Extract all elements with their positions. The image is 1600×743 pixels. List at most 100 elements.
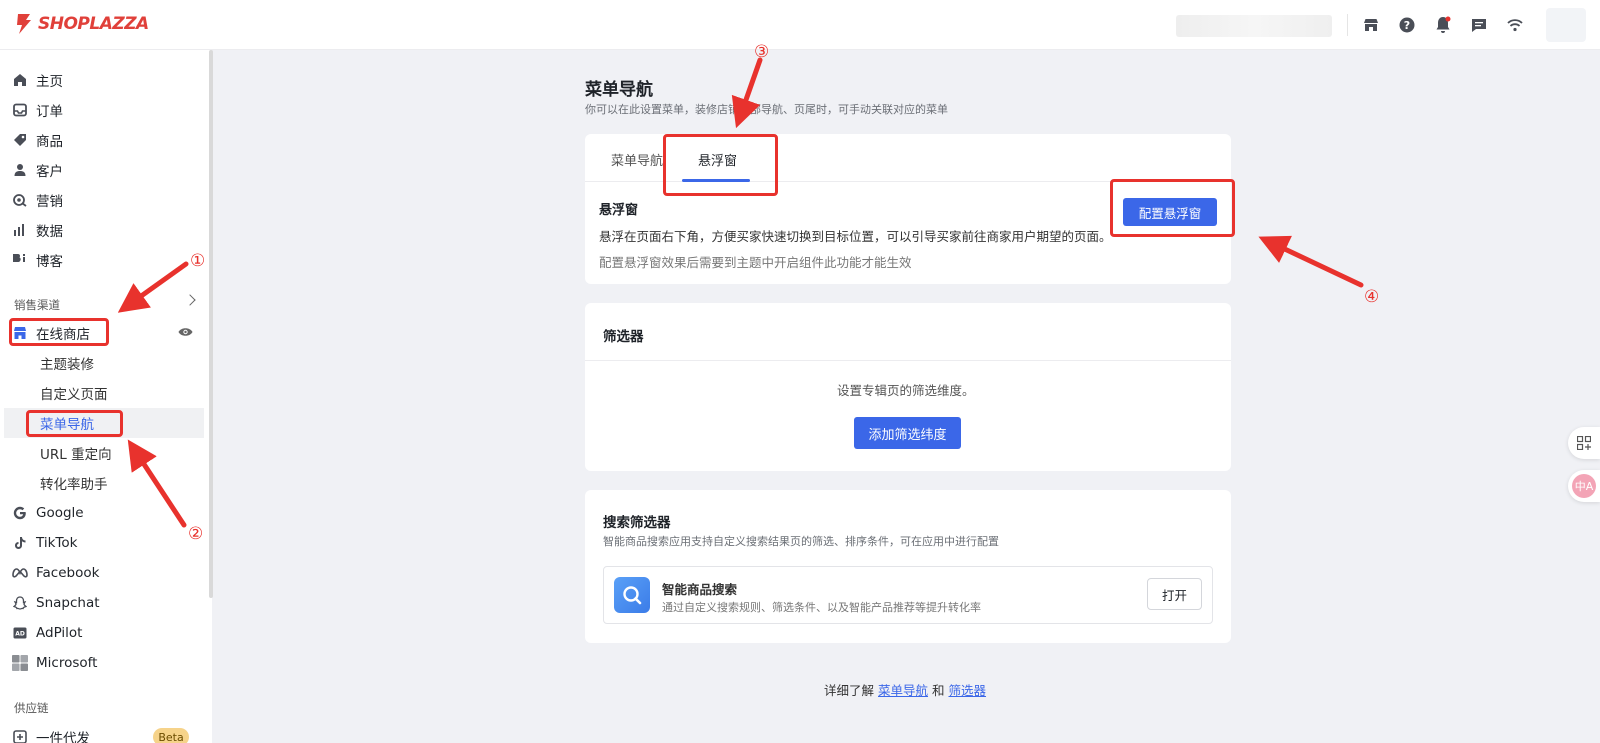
annotation-number-3: ③	[754, 42, 770, 62]
sidebar-subitem-label: 自定义页面	[40, 387, 108, 403]
annotation-number-1: ①	[190, 251, 206, 271]
smart-search-app-icon	[614, 577, 650, 613]
sidebar-item-blog[interactable]: 博客	[0, 245, 205, 275]
sidebar-subitem-label: URL 重定向	[40, 447, 112, 463]
sidebar-item-label: Google	[36, 505, 84, 521]
footer-and: 和	[932, 683, 945, 698]
filter-card: 筛选器 设置专辑页的筛选维度。 添加筛选纬度	[585, 303, 1231, 471]
eye-icon[interactable]	[178, 326, 193, 342]
sidebar-item-label: 营销	[36, 194, 63, 210]
snapchat-icon	[12, 595, 28, 611]
svg-text:?: ?	[1404, 19, 1410, 32]
annotation-number-2: ②	[188, 524, 204, 544]
chat-icon[interactable]	[1469, 15, 1489, 35]
sidebar-item-marketing[interactable]: 营销	[0, 185, 205, 215]
sidebar-item-label: 订单	[36, 104, 63, 120]
section-label-sales-channels: 销售渠道	[14, 298, 60, 312]
help-icon[interactable]: ?	[1397, 15, 1417, 35]
beta-badge: Beta	[153, 728, 189, 743]
store-icon[interactable]	[1361, 15, 1381, 35]
wifi-icon[interactable]	[1505, 15, 1525, 35]
search-filter-subtitle: 智能商品搜索应用支持自定义搜索结果页的筛选、排序条件，可在应用中进行配置	[603, 535, 999, 548]
annotation-arrow-4	[1258, 235, 1364, 288]
meta-icon	[12, 565, 28, 581]
sidebar-item-products[interactable]: 商品	[0, 125, 205, 155]
app-description: 通过自定义搜索规则、筛选条件、以及智能产品推荐等提升转化率	[662, 601, 981, 614]
sidebar-item-analytics[interactable]: 数据	[0, 215, 205, 245]
filter-description: 设置专辑页的筛选维度。	[837, 383, 975, 398]
sidebar-item-facebook[interactable]: Facebook	[0, 558, 205, 588]
sidebar-item-customers[interactable]: 客户	[0, 155, 205, 185]
footer-prefix: 详细了解	[824, 683, 875, 698]
sidebar-item-label: 博客	[36, 254, 63, 270]
tiktok-icon	[12, 535, 28, 551]
sidebar-item-microsoft[interactable]: Microsoft	[0, 648, 205, 678]
page-subtitle: 你可以在此设置菜单，装修店铺顶部导航、页尾时，可手动关联对应的菜单	[585, 103, 948, 116]
store-name-blurred[interactable]	[1176, 15, 1332, 37]
annotation-box-menu-nav	[26, 410, 123, 437]
sidebar-subitem-url-redirect[interactable]: URL 重定向	[0, 438, 205, 468]
filter-divider	[585, 360, 1231, 361]
topbar-divider	[1347, 14, 1348, 36]
page-title: 菜单导航	[585, 80, 653, 100]
add-filter-dimension-button[interactable]: 添加筛选纬度	[854, 417, 961, 449]
top-bar: SHOPLAZZA ?	[0, 0, 1600, 50]
annotation-box-floating-tab	[663, 134, 778, 196]
app-row: 智能商品搜索 通过自定义搜索规则、筛选条件、以及智能产品推荐等提升转化率 打开	[603, 566, 1213, 624]
svg-text:AD: AD	[15, 631, 25, 638]
brand-name: SHOPLAZZA	[38, 14, 149, 34]
sidebar-item-label: 客户	[36, 164, 63, 180]
filter-heading: 筛选器	[603, 329, 644, 345]
user-icon	[12, 162, 28, 178]
sidebar-item-label: 一件代发	[36, 731, 90, 743]
sidebar-item-label: AdPilot	[36, 625, 83, 641]
marketing-icon	[12, 192, 28, 208]
annotation-box-online-store	[9, 318, 109, 346]
sidebar-subitem-theme[interactable]: 主题装修	[0, 348, 205, 378]
search-filter-card: 搜索筛选器 智能商品搜索应用支持自定义搜索结果页的筛选、排序条件，可在应用中进行…	[585, 490, 1231, 643]
shoplazza-logo-icon	[17, 14, 31, 34]
sidebar-item-label: Facebook	[36, 565, 100, 581]
bell-icon[interactable]	[1433, 15, 1453, 35]
floating-window-description: 悬浮在页面右下角，方便买家快速切换到目标位置，可以引导买家前往商家用户期望的页面…	[599, 229, 1112, 244]
sidebar-item-label: Microsoft	[36, 655, 98, 671]
filter-link[interactable]: 筛选器	[949, 683, 987, 698]
chart-icon	[12, 222, 28, 238]
tag-icon	[12, 132, 28, 148]
blog-icon	[12, 252, 28, 268]
sidebar-item-orders[interactable]: 订单	[0, 95, 205, 125]
annotation-box-configure-button	[1110, 179, 1235, 237]
sidebar-item-adpilot[interactable]: AD AdPilot	[0, 618, 205, 648]
sidebar-subitem-label: 转化率助手	[40, 477, 108, 493]
tab-menu-navigation[interactable]: 菜单导航	[611, 150, 663, 169]
app-name: 智能商品搜索	[662, 582, 738, 597]
section-label-supply-chain: 供应链	[14, 701, 49, 715]
sidebar-item-tiktok[interactable]: TikTok	[0, 528, 205, 558]
sidebar-item-home[interactable]: 主页	[0, 65, 205, 95]
open-app-button[interactable]: 打开	[1147, 578, 1202, 610]
search-filter-heading: 搜索筛选器	[603, 515, 671, 531]
sidebar-subitem-label: 主题装修	[40, 357, 94, 373]
apps-grid-float-button[interactable]	[1568, 427, 1600, 459]
inbox-icon	[12, 102, 28, 118]
translate-icon: 中A	[1572, 474, 1596, 498]
sidebar-item-label: TikTok	[36, 535, 78, 551]
avatar[interactable]	[1546, 8, 1586, 42]
google-icon	[12, 505, 28, 521]
sidebar-subitem-conversion[interactable]: 转化率助手	[0, 468, 205, 498]
sidebar-scrollbar[interactable]	[209, 50, 213, 598]
floating-window-note: 配置悬浮窗效果后需要到主题中开启组件此功能才能生效	[599, 255, 912, 270]
menu-navigation-link[interactable]: 菜单导航	[878, 683, 928, 698]
annotation-number-4: ④	[1364, 287, 1380, 307]
sidebar-item-snapchat[interactable]: Snapchat	[0, 588, 205, 618]
ad-icon: AD	[12, 625, 28, 641]
sidebar-item-google[interactable]: Google	[0, 498, 205, 528]
sidebar-item-label: 主页	[36, 74, 63, 90]
footer-learn-more: 详细了解 菜单导航 和 筛选器	[824, 680, 986, 699]
sidebar-item-label: Snapchat	[36, 595, 100, 611]
dropship-icon	[12, 729, 28, 743]
shoplazza-logo[interactable]: SHOPLAZZA	[14, 12, 149, 36]
microsoft-icon	[12, 655, 28, 671]
sidebar-subitem-custom-pages[interactable]: 自定义页面	[0, 378, 205, 408]
home-icon	[12, 72, 28, 88]
